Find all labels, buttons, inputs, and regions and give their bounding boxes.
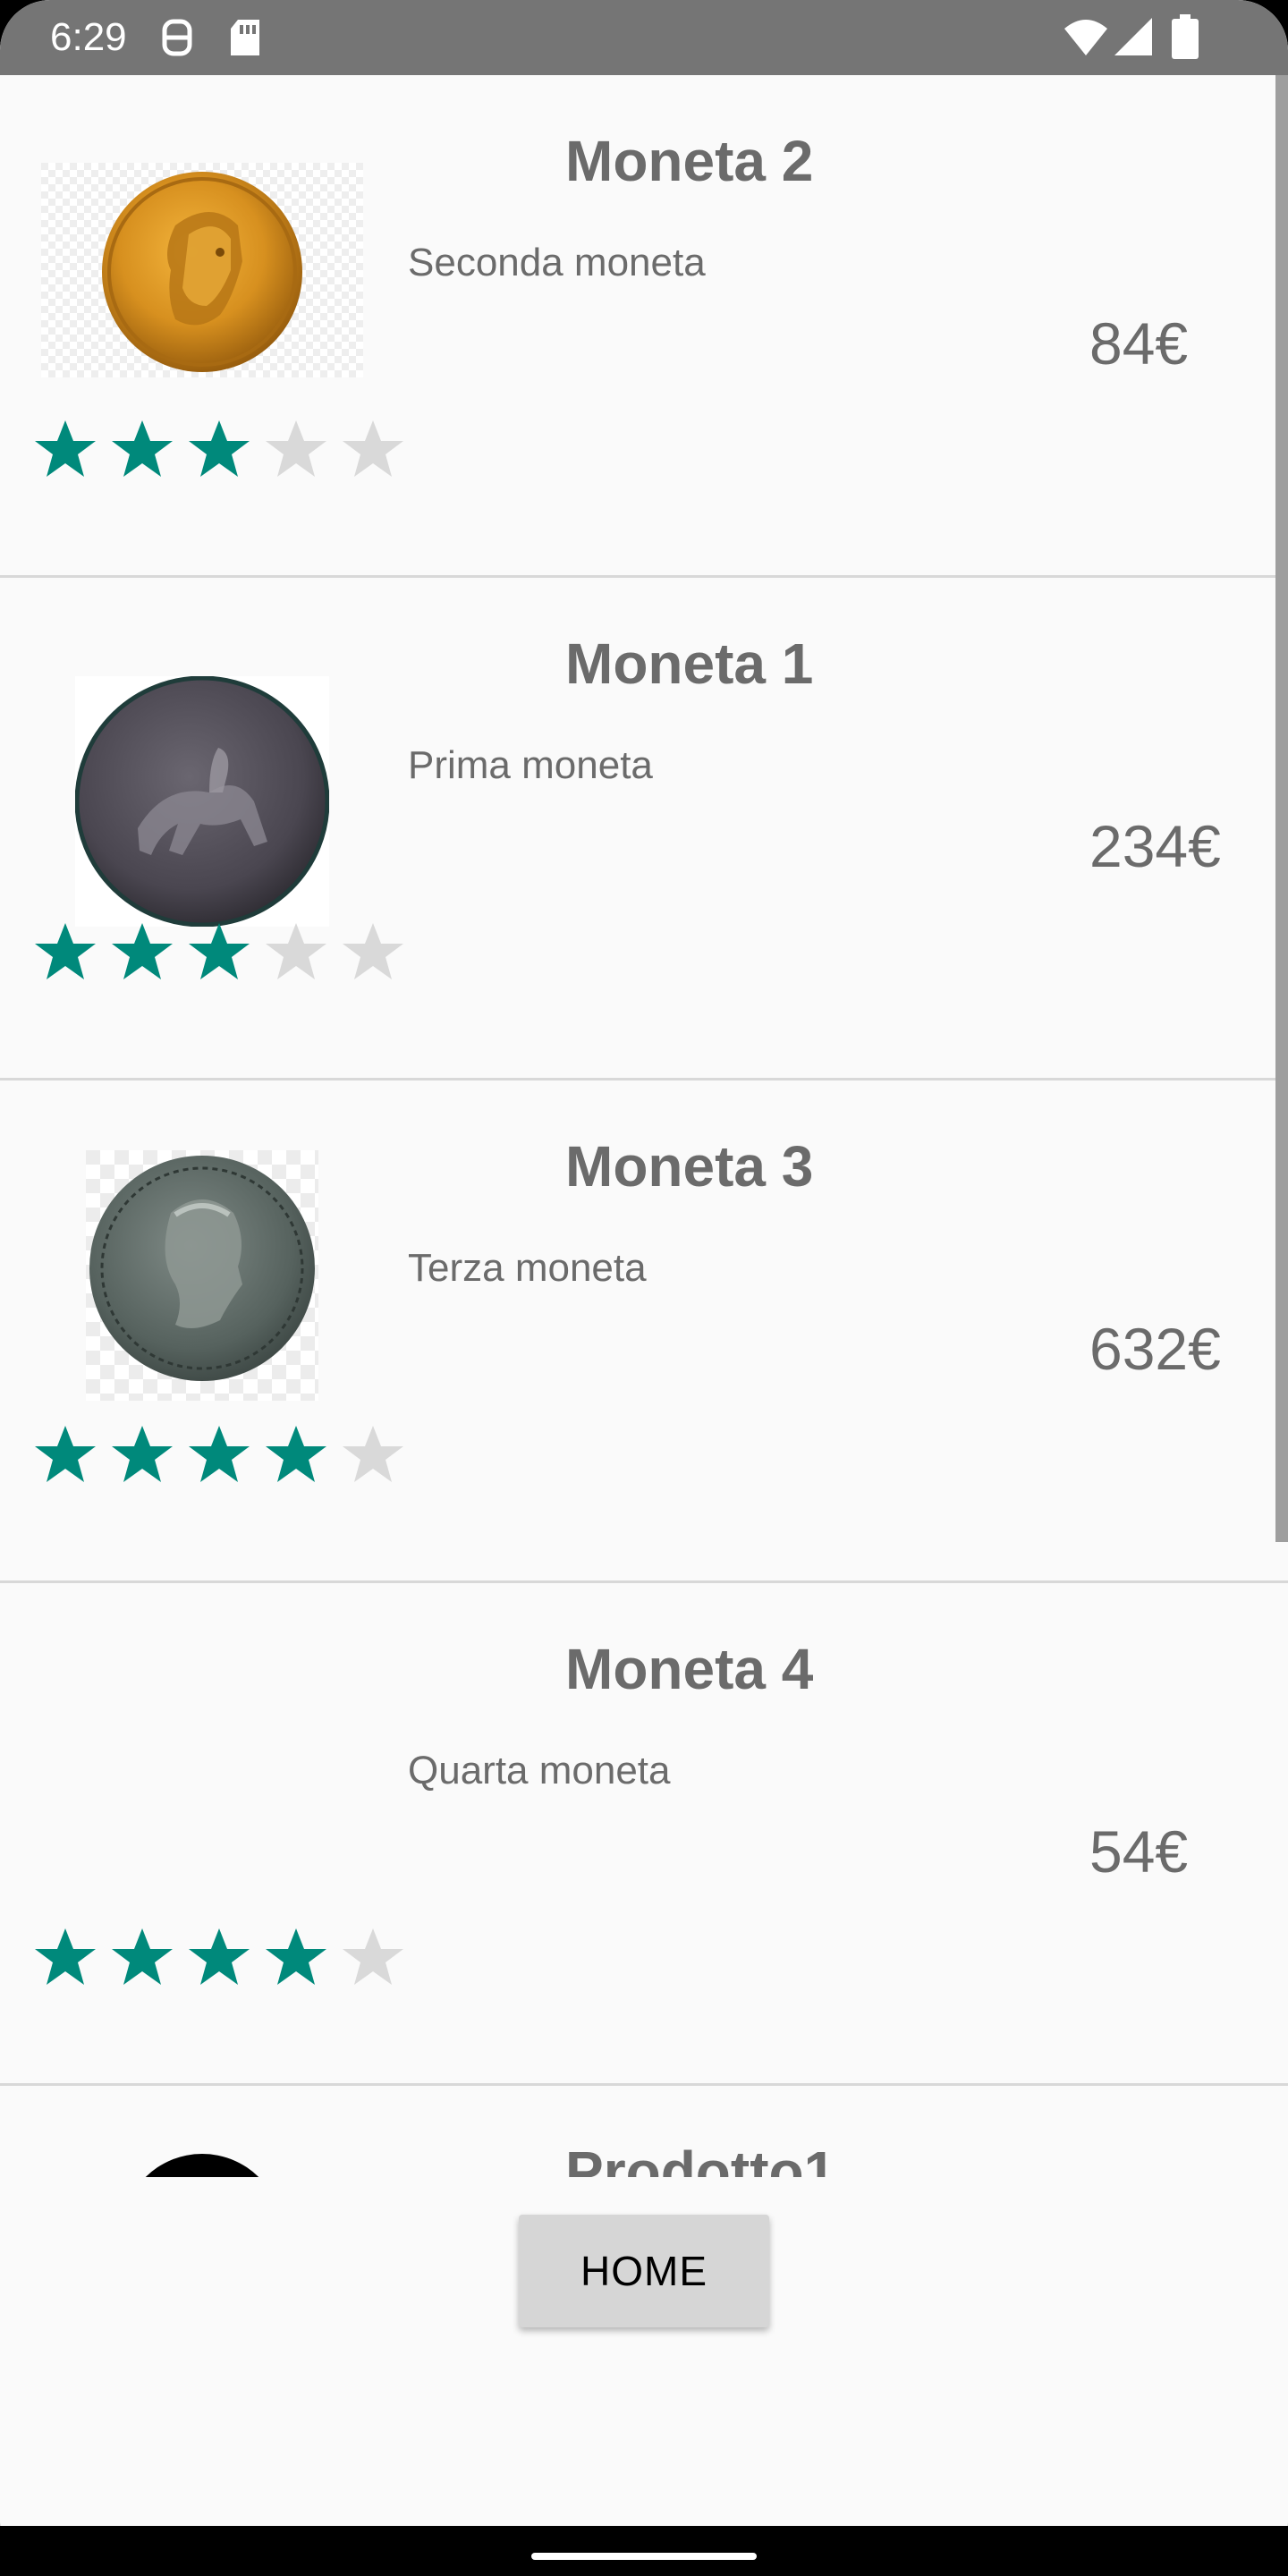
item-price: 84€ — [1089, 310, 1189, 377]
star-filled-icon[interactable] — [32, 417, 109, 488]
star-empty-icon[interactable] — [340, 417, 417, 488]
item-price: 234€ — [1089, 813, 1221, 879]
item-title: Moneta 1 — [565, 631, 814, 696]
star-filled-icon[interactable] — [186, 1422, 263, 1494]
star-filled-icon[interactable] — [186, 919, 263, 991]
item-title: Moneta 3 — [565, 1134, 814, 1199]
item-price: 54€ — [1089, 1818, 1189, 1885]
status-bar: 6:29 — [0, 0, 1288, 75]
item-price: 632€ — [1089, 1316, 1221, 1382]
item-title: Moneta 4 — [565, 1637, 814, 1701]
star-filled-icon[interactable] — [32, 1925, 109, 1996]
star-filled-icon[interactable] — [109, 1422, 186, 1494]
bottom-panel: HOME — [0, 2177, 1288, 2526]
star-filled-icon[interactable] — [186, 1925, 263, 1996]
signal-icon — [1113, 16, 1154, 57]
star-filled-icon[interactable] — [263, 1925, 340, 1996]
sd-card-icon — [227, 18, 263, 57]
star-empty-icon[interactable] — [263, 417, 340, 488]
bronze-coin-portrait-image — [86, 1150, 318, 1401]
wifi-icon — [1063, 16, 1109, 57]
item-description: Seconda moneta — [408, 241, 706, 284]
item-title: Prodotto1 — [565, 2140, 836, 2177]
item-description: Quarta moneta — [408, 1749, 671, 1792]
star-filled-icon[interactable] — [109, 919, 186, 991]
star-filled-icon[interactable] — [186, 417, 263, 488]
status-time: 6:29 — [50, 15, 127, 59]
navigation-bar — [0, 2526, 1288, 2576]
home-button[interactable]: HOME — [519, 2215, 769, 2327]
list-item[interactable]: Moneta 2 Seconda moneta 84€ — [0, 75, 1288, 578]
star-empty-icon[interactable] — [340, 919, 417, 991]
list-item[interactable]: Moneta 4 Quarta moneta 54€ — [0, 1583, 1288, 2086]
rating-bar[interactable] — [32, 417, 417, 488]
star-filled-icon[interactable] — [109, 417, 186, 488]
dark-coin-horseman-image — [74, 675, 330, 928]
item-description: Prima moneta — [408, 743, 653, 787]
product-list[interactable]: Moneta 2 Seconda moneta 84€ Moneta 1 Pri… — [0, 75, 1288, 2177]
rating-bar[interactable] — [32, 1422, 417, 1494]
list-item[interactable]: Moneta 1 Prima moneta 234€ — [0, 578, 1288, 1080]
star-empty-icon[interactable] — [263, 919, 340, 991]
scrollbar[interactable] — [1275, 75, 1288, 1542]
star-empty-icon[interactable] — [340, 1925, 417, 1996]
rating-bar[interactable] — [32, 1925, 417, 1996]
item-title: Moneta 2 — [565, 129, 814, 193]
list-item[interactable]: Moneta 3 Terza moneta 632€ — [0, 1080, 1288, 1583]
sync-icon — [157, 18, 197, 57]
rating-bar[interactable] — [32, 919, 417, 991]
product-image — [122, 2154, 283, 2177]
star-filled-icon[interactable] — [32, 919, 109, 991]
app-screen: 6:29 Moneta 2 Seconda moneta 84€ Moneta … — [0, 0, 1288, 2576]
star-empty-icon[interactable] — [340, 1422, 417, 1494]
item-description: Terza moneta — [408, 1246, 647, 1290]
gold-coin-image — [41, 163, 363, 377]
star-filled-icon[interactable] — [109, 1925, 186, 1996]
list-item[interactable]: Prodotto1 — [0, 2086, 1288, 2177]
battery-icon — [1172, 14, 1199, 59]
star-filled-icon[interactable] — [32, 1422, 109, 1494]
gesture-handle[interactable] — [531, 2553, 757, 2560]
star-filled-icon[interactable] — [263, 1422, 340, 1494]
